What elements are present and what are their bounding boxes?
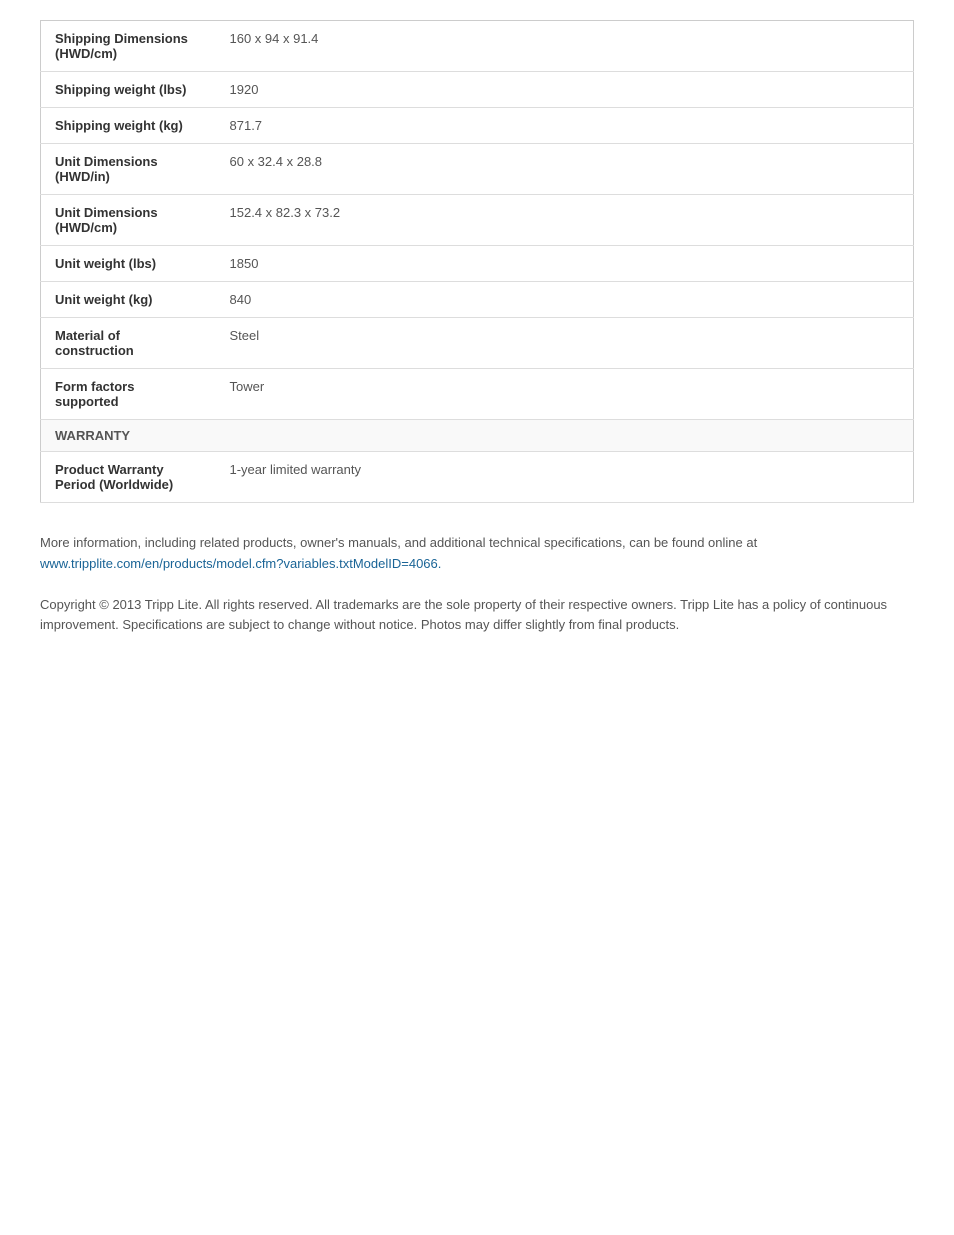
row-label: Shipping Dimensions (HWD/cm)	[41, 21, 216, 72]
table-row: Material of construction Steel	[41, 318, 914, 369]
warranty-row: Product Warranty Period (Worldwide) 1-ye…	[41, 452, 914, 503]
table-row: Shipping Dimensions (HWD/cm) 160 x 94 x …	[41, 21, 914, 72]
warranty-row-value: 1-year limited warranty	[216, 452, 914, 503]
specs-table: Shipping Dimensions (HWD/cm) 160 x 94 x …	[40, 20, 914, 503]
product-link[interactable]: www.tripplite.com/en/products/model.cfm?…	[40, 556, 441, 571]
info-prefix-text: More information, including related prod…	[40, 535, 757, 550]
row-value: 840	[216, 282, 914, 318]
row-value: 871.7	[216, 108, 914, 144]
table-row: Unit weight (lbs) 1850	[41, 246, 914, 282]
row-label: Unit weight (kg)	[41, 282, 216, 318]
row-label: Unit weight (lbs)	[41, 246, 216, 282]
row-label: Unit Dimensions (HWD/in)	[41, 144, 216, 195]
row-value: Steel	[216, 318, 914, 369]
table-row: Form factors supported Tower	[41, 369, 914, 420]
row-label: Unit Dimensions (HWD/cm)	[41, 195, 216, 246]
row-label: Form factors supported	[41, 369, 216, 420]
table-row: Unit Dimensions (HWD/in) 60 x 32.4 x 28.…	[41, 144, 914, 195]
table-row: Unit weight (kg) 840	[41, 282, 914, 318]
warranty-section-header: WARRANTY	[41, 420, 914, 452]
warranty-row-label: Product Warranty Period (Worldwide)	[41, 452, 216, 503]
row-label: Shipping weight (kg)	[41, 108, 216, 144]
row-value: 1920	[216, 72, 914, 108]
row-value: 1850	[216, 246, 914, 282]
table-row: Shipping weight (lbs) 1920	[41, 72, 914, 108]
copyright-text: Copyright © 2013 Tripp Lite. All rights …	[40, 595, 914, 637]
table-row: Shipping weight (kg) 871.7	[41, 108, 914, 144]
row-label: Shipping weight (lbs)	[41, 72, 216, 108]
row-value: 160 x 94 x 91.4	[216, 21, 914, 72]
row-value: 60 x 32.4 x 28.8	[216, 144, 914, 195]
row-value: 152.4 x 82.3 x 73.2	[216, 195, 914, 246]
warranty-header-label: WARRANTY	[41, 420, 914, 452]
row-label: Material of construction	[41, 318, 216, 369]
row-value: Tower	[216, 369, 914, 420]
table-row: Unit Dimensions (HWD/cm) 152.4 x 82.3 x …	[41, 195, 914, 246]
info-paragraph: More information, including related prod…	[40, 533, 914, 575]
